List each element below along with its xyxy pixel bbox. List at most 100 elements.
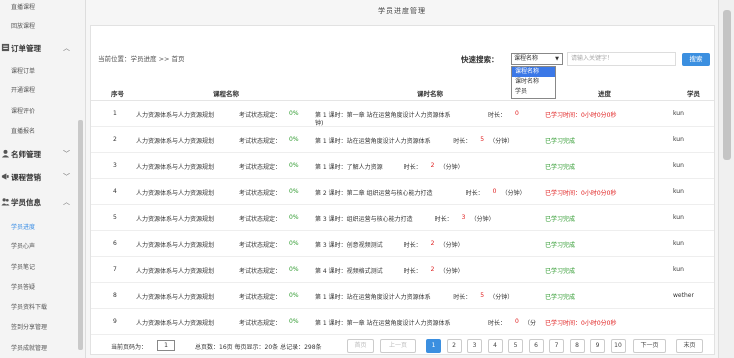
column-header-lesson: 课时名称 bbox=[417, 90, 443, 98]
sidebar-item-live-courses[interactable]: 直播课程 bbox=[11, 2, 35, 11]
progress-status: 已学习完成 bbox=[545, 216, 576, 223]
pagination-bar: 当前页码为： 1 总页数：16页 每页显示：20条 总记录：298条 首页 上一… bbox=[91, 338, 714, 355]
duration-label: 时长： bbox=[403, 164, 422, 171]
sidebar-group-orders[interactable]: 订单管理 ︿ bbox=[0, 43, 80, 55]
duration-label: 时长： bbox=[488, 320, 507, 327]
course-name: 人力资源体系与人力资源规划 bbox=[136, 164, 215, 171]
sidebar-item-course-reviews[interactable]: 课程评价 bbox=[11, 106, 35, 115]
sidebar-group-teachers[interactable]: 名师管理 ﹀ bbox=[0, 149, 80, 161]
chevron-up-icon: ︿ bbox=[63, 44, 70, 52]
search-input[interactable]: 请输入关键字！ bbox=[567, 52, 676, 66]
column-header-no: 序号 bbox=[111, 90, 124, 98]
duration-unit: （分 bbox=[524, 320, 537, 327]
student-name: kun bbox=[673, 162, 684, 169]
table-header: 序号 课程名称 课时名称 进度 学员 bbox=[91, 81, 714, 101]
breadcrumb: 当前位置：学员进度 >> 首页 bbox=[98, 55, 185, 63]
duration-minutes: 0 bbox=[515, 110, 519, 117]
page-number-button[interactable]: 6 bbox=[528, 339, 544, 353]
progress-status: 已学习时间：0小时0分0秒 bbox=[545, 112, 617, 119]
course-name: 人力资源体系与人力资源规划 bbox=[136, 216, 215, 223]
sidebar-item-replay-courses[interactable]: 回放课程 bbox=[11, 21, 35, 30]
page-title: 学员进度管理 bbox=[378, 7, 426, 15]
dropdown-option[interactable]: 学员 bbox=[512, 87, 555, 97]
last-page-button[interactable]: 末页 bbox=[676, 339, 703, 353]
sidebar-item-student-voices[interactable]: 学员心声 bbox=[11, 241, 35, 250]
exam-percent: 0% bbox=[289, 110, 299, 117]
exam-status: 考试状态规定： bbox=[239, 190, 282, 197]
student-name: kun bbox=[673, 240, 684, 247]
sidebar-group-marketing[interactable]: 课程营销 ﹀ bbox=[0, 172, 80, 184]
page-scrollbar[interactable] bbox=[718, 0, 734, 358]
row-number: 7 bbox=[113, 266, 117, 273]
duration-minutes: 0 bbox=[492, 188, 497, 195]
lesson-name: 第 3 课时：组织运营与核心能力打造 bbox=[315, 216, 413, 223]
sidebar-item-open-course[interactable]: 开通课程 bbox=[11, 85, 35, 94]
dropdown-option[interactable]: 课时名称 bbox=[512, 77, 555, 87]
page-number-input[interactable]: 1 bbox=[157, 340, 175, 351]
dropdown-option[interactable]: 课程名称 bbox=[512, 67, 555, 77]
page-number-button[interactable]: 1 bbox=[426, 339, 441, 353]
duration-minutes: 3 bbox=[461, 214, 466, 221]
sidebar-group-label: 课程营销 bbox=[11, 173, 41, 182]
table-row: 2 人力资源体系与人力资源规划 考试状态规定： 0% 第 1 课时：站在运营角度设计人力… bbox=[91, 128, 714, 153]
course-name: 人力资源体系与人力资源规划 bbox=[136, 242, 215, 249]
page-number-button[interactable]: 4 bbox=[487, 339, 503, 353]
exam-status: 考试状态规定： bbox=[239, 112, 282, 119]
sidebar-item-live-signup[interactable]: 直播报名 bbox=[11, 126, 35, 135]
page-number-button[interactable]: 5 bbox=[508, 339, 523, 353]
app-window: 直播课程 回放课程 订单管理 ︿ 课程订单 开通课程 课程评价 直播报名 名师管… bbox=[0, 0, 734, 358]
duration-minutes: 2 bbox=[430, 266, 435, 273]
duration-label: 时长： bbox=[465, 190, 484, 197]
exam-percent: 0% bbox=[289, 214, 299, 221]
search-type-select[interactable]: 课程名称 ▼ bbox=[511, 53, 563, 65]
sidebar-item-student-downloads[interactable]: 学员资料下载 bbox=[11, 302, 47, 311]
sidebar-item-student-progress[interactable]: 学员进度 bbox=[11, 222, 35, 231]
page-scrollbar-thumb[interactable] bbox=[723, 10, 731, 160]
page-number-button[interactable]: 2 bbox=[446, 339, 462, 353]
row-number: 1 bbox=[113, 110, 117, 117]
triangle-down-icon: ▼ bbox=[555, 56, 559, 62]
duration-label: 时长： bbox=[453, 294, 472, 301]
users-icon bbox=[1, 198, 10, 206]
sidebar-item-student-qa[interactable]: 学员答疑 bbox=[11, 282, 35, 291]
sidebar-item-student-notes[interactable]: 学员笔记 bbox=[11, 262, 35, 271]
duration-label: 时长： bbox=[453, 138, 472, 145]
search-label: 快速搜索： bbox=[461, 55, 499, 64]
first-page-button[interactable]: 首页 bbox=[347, 339, 374, 353]
row-number: 4 bbox=[113, 188, 117, 195]
table-row: 1 人力资源体系与人力资源规划 考试状态规定： 0% 第 1 课时：第一章 站在运营角度… bbox=[91, 102, 714, 127]
page-number-button[interactable]: 10 bbox=[610, 339, 626, 353]
next-page-button[interactable]: 下一页 bbox=[633, 339, 666, 353]
column-header-progress: 进度 bbox=[598, 90, 611, 98]
table-row: 9 人力资源体系与人力资源规划 考试状态规定： 0% 第 1 课时：第一章 站在运营角度… bbox=[91, 310, 714, 335]
table-row: 7 人力资源体系与人力资源规划 考试状态规定： 0% 第 4 课时：视频格式测试 时长： 2… bbox=[91, 258, 714, 283]
progress-status: 已学习完成 bbox=[545, 268, 576, 275]
duration-label: 时长： bbox=[403, 268, 422, 275]
duration-label: 时长： bbox=[488, 112, 507, 119]
sidebar-group-students[interactable]: 学员信息 ︿ bbox=[0, 197, 80, 209]
search-button[interactable]: 搜索 bbox=[682, 53, 710, 66]
student-name: wether bbox=[673, 292, 694, 299]
student-name: kun bbox=[673, 110, 684, 117]
sidebar-item-course-orders[interactable]: 课程订单 bbox=[11, 66, 35, 75]
page-number-button[interactable]: 3 bbox=[467, 339, 482, 353]
duration-minutes: 5 bbox=[480, 136, 485, 143]
sidebar-group-label: 订单管理 bbox=[11, 44, 41, 53]
duration-minutes: 2 bbox=[430, 240, 435, 247]
page-number-button[interactable]: 9 bbox=[590, 339, 605, 353]
course-name: 人力资源体系与人力资源规划 bbox=[136, 294, 215, 301]
exam-percent: 0% bbox=[289, 240, 299, 247]
sidebar-item-achievements[interactable]: 学员成就管理 bbox=[11, 343, 47, 352]
page-number-button[interactable]: 8 bbox=[569, 339, 585, 353]
lesson-name: 第 1 课时：第一章 站在运营角度设计人力资源体系 bbox=[315, 320, 451, 327]
sidebar-item-checkin-share[interactable]: 签到分享管理 bbox=[11, 322, 47, 331]
prev-page-button[interactable]: 上一页 bbox=[380, 339, 416, 353]
page-number-button[interactable]: 7 bbox=[549, 339, 564, 353]
row-number: 8 bbox=[113, 292, 117, 299]
sidebar-scrollbar[interactable] bbox=[78, 120, 83, 350]
course-name: 人力资源体系与人力资源规划 bbox=[136, 190, 215, 197]
duration-unit: （分钟） bbox=[489, 138, 514, 145]
exam-percent: 0% bbox=[289, 266, 299, 273]
column-header-course: 课程名称 bbox=[213, 90, 239, 98]
duration-minutes: 5 bbox=[480, 292, 485, 299]
